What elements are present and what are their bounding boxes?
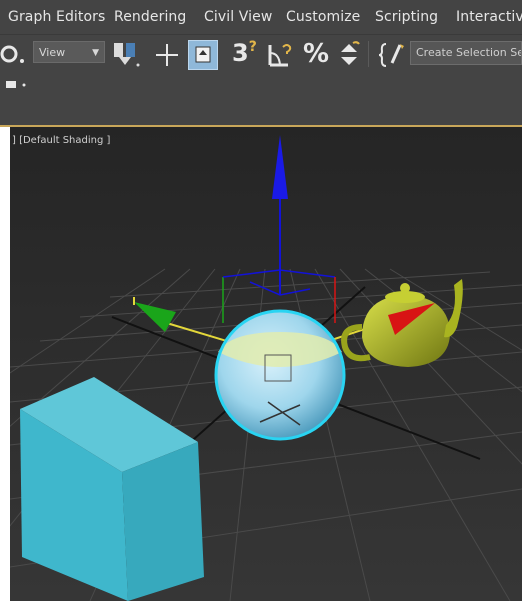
- menu-bar: Graph Editors Rendering Civil View Custo…: [0, 0, 522, 34]
- shortcut-override-icon: [195, 46, 211, 63]
- snap-magnet-icon: ?: [248, 39, 257, 55]
- snaps-toggle-label: 3: [232, 39, 249, 67]
- spinner-snap-icon[interactable]: [336, 41, 362, 69]
- menu-scripting[interactable]: Scripting: [375, 9, 438, 25]
- reference-coordinate-dropdown[interactable]: View ▼: [33, 41, 105, 63]
- percent-snap-toggle[interactable]: %: [303, 39, 329, 69]
- toolbar-separator: [368, 41, 369, 67]
- menu-rendering[interactable]: Rendering: [114, 9, 186, 25]
- chevron-down-icon: ▼: [92, 48, 99, 58]
- main-toolbar: View ▼ 3? % Create Selection Se: [0, 34, 522, 75]
- edit-named-selection-icon[interactable]: [378, 41, 406, 69]
- named-selection-set-placeholder: Create Selection Se: [416, 46, 522, 59]
- viewport-menu-icon[interactable]: [6, 79, 30, 91]
- secondary-toolbar: [0, 75, 522, 95]
- menu-graph-editors[interactable]: Graph Editors: [8, 9, 105, 25]
- ribbon-area: [0, 95, 522, 127]
- perspective-viewport[interactable]: ] [Default Shading ]: [10, 127, 522, 601]
- angle-snap-icon[interactable]: [266, 41, 296, 69]
- left-margin: [0, 127, 10, 601]
- menu-civil-view[interactable]: Civil View: [204, 9, 272, 25]
- menu-customize[interactable]: Customize: [286, 9, 360, 25]
- app-window: Graph Editors Rendering Civil View Custo…: [0, 0, 532, 601]
- percent-snap-label: %: [303, 39, 330, 69]
- viewport-scene: [10, 127, 522, 601]
- use-pivot-center-icon[interactable]: [111, 40, 141, 68]
- keyboard-shortcut-override-button[interactable]: [188, 40, 218, 70]
- sphere-object[interactable]: [214, 309, 346, 441]
- select-and-manipulate-icon[interactable]: [155, 43, 179, 67]
- reference-coordinate-value: View: [39, 46, 66, 59]
- named-selection-set-input[interactable]: Create Selection Se: [410, 41, 522, 65]
- viewport-label[interactable]: ] [Default Shading ]: [12, 135, 110, 146]
- snaps-toggle[interactable]: 3?: [232, 39, 257, 67]
- select-link-icon[interactable]: [0, 42, 26, 66]
- menu-interactive[interactable]: Interactive: [456, 9, 522, 25]
